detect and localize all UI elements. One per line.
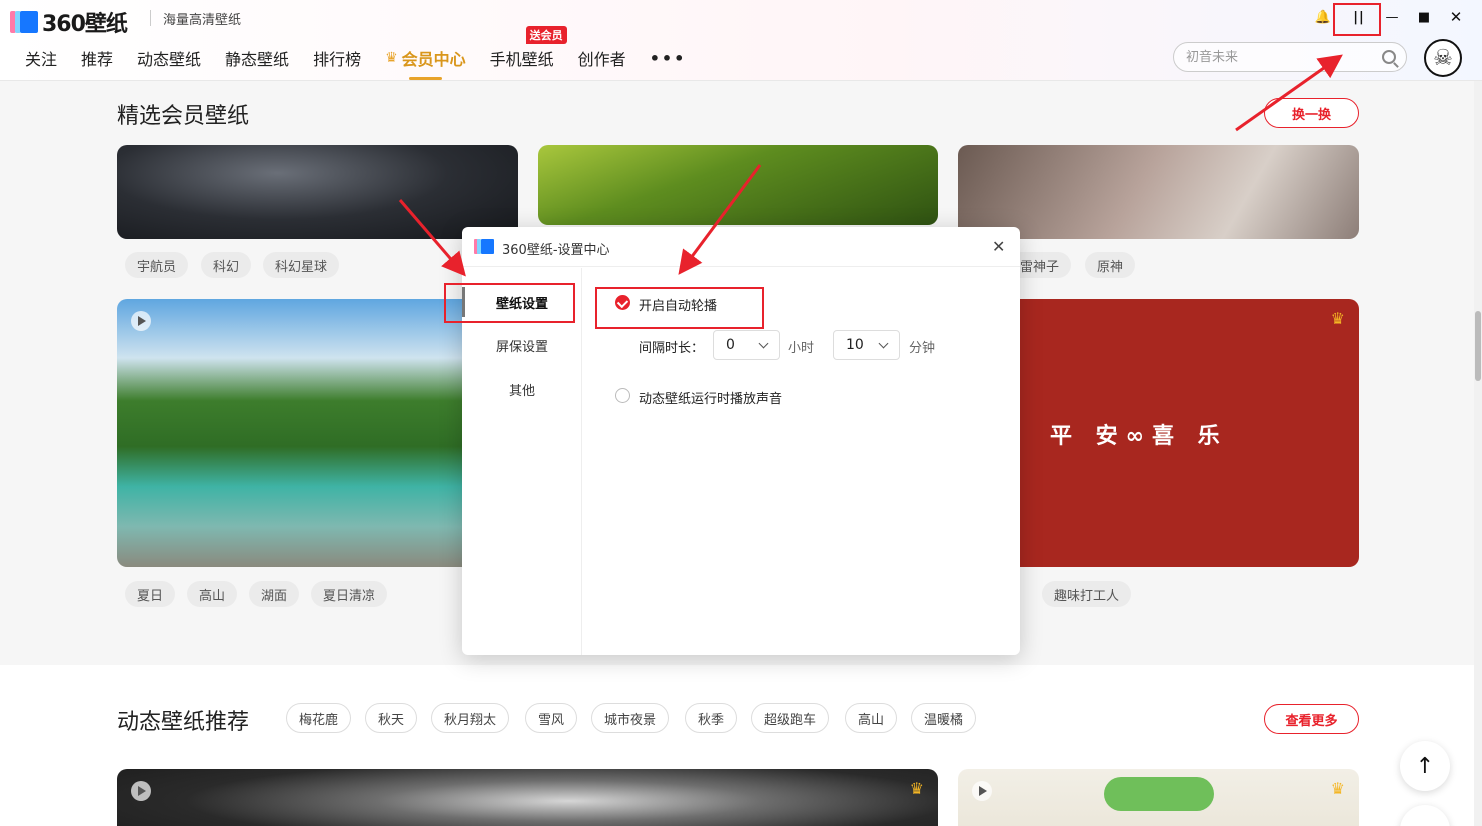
logo-mark-icon — [10, 11, 38, 33]
tag[interactable]: 秋月翔太 — [431, 703, 510, 733]
search-input[interactable] — [1186, 48, 1366, 66]
nav-vip-center[interactable]: ♛ 会员中心 — [385, 46, 466, 80]
play-sound-checkbox[interactable] — [615, 388, 630, 403]
crown-icon: ♛ — [385, 50, 398, 66]
tag[interactable]: 高山 — [187, 581, 238, 607]
search-icon[interactable] — [1382, 50, 1396, 64]
minutes-unit: 分钟 — [909, 341, 936, 356]
hours-select[interactable]: 0 — [713, 330, 780, 360]
close-window-icon[interactable]: ✕ — [1444, 7, 1468, 27]
wallpaper-card[interactable] — [117, 145, 518, 239]
nav-ranking[interactable]: 排行榜 — [313, 46, 361, 70]
tag[interactable]: 夏日清凉 — [311, 581, 388, 607]
annotation-box — [595, 287, 764, 329]
tag[interactable]: 湖面 — [249, 581, 300, 607]
nav-recommend[interactable]: 推荐 — [81, 46, 113, 70]
avatar[interactable]: ☠ — [1424, 39, 1462, 77]
section-title-dynamic: 动态壁纸推荐 — [117, 710, 250, 735]
tag[interactable]: 原神 — [1085, 252, 1136, 278]
view-more-button[interactable]: 查看更多 — [1264, 704, 1359, 734]
play-icon — [131, 311, 151, 331]
hours-value: 0 — [726, 337, 735, 353]
annotation-box — [444, 283, 575, 323]
back-to-top-button[interactable]: ↑ — [1400, 741, 1450, 791]
scrollbar[interactable] — [1474, 81, 1482, 826]
play-sound-label: 动态壁纸运行时播放声音 — [639, 392, 783, 407]
nav-creator[interactable]: 创作者 — [578, 46, 626, 70]
scrollbar-thumb[interactable] — [1475, 311, 1481, 381]
app-header: 360壁纸 海量高清壁纸 🔔 || — ■ ✕ 关注 推荐 动态壁纸 静态壁纸 … — [0, 0, 1482, 81]
nav-follow[interactable]: 关注 — [25, 46, 57, 70]
card-caption: 平 安∞喜 乐 — [1050, 424, 1228, 449]
tag[interactable]: 雪风 — [525, 703, 578, 733]
minimize-icon[interactable]: — — [1380, 7, 1404, 27]
dialog-title: 360壁纸-设置中心 — [502, 243, 610, 258]
nav-static[interactable]: 静态壁纸 — [225, 46, 289, 70]
nav-vip-label: 会员中心 — [401, 50, 466, 69]
annotation-box — [1333, 3, 1381, 36]
refresh-button[interactable]: 换一换 — [1264, 98, 1359, 128]
tag[interactable]: 秋天 — [365, 703, 418, 733]
nav-dynamic[interactable]: 动态壁纸 — [137, 46, 201, 70]
hours-unit: 小时 — [788, 341, 815, 356]
tag[interactable]: 城市夜景 — [591, 703, 670, 733]
chevron-down-icon — [878, 338, 889, 349]
search-box[interactable] — [1173, 42, 1407, 72]
play-icon — [972, 781, 992, 801]
wallpaper-card[interactable] — [538, 145, 938, 225]
wallpaper-card[interactable]: ♛ — [958, 769, 1359, 826]
app-slogan: 海量高清壁纸 — [163, 13, 242, 28]
crown-icon: ♛ — [1330, 309, 1345, 328]
close-icon[interactable]: ✕ — [992, 237, 1005, 256]
tag[interactable]: 科幻星球 — [263, 252, 340, 278]
minutes-select[interactable]: 10 — [833, 330, 900, 360]
section-title: 精选会员壁纸 — [117, 104, 250, 129]
tag[interactable]: 科幻 — [201, 252, 252, 278]
wallpaper-card[interactable]: ♛ — [117, 769, 938, 826]
card-decoration — [1104, 777, 1214, 811]
play-icon — [131, 781, 151, 801]
nav-mobile[interactable]: 手机壁纸 送会员 — [489, 26, 567, 70]
sidebar-item-screensaver[interactable]: 屏保设置 — [462, 326, 582, 364]
crown-icon: ♛ — [909, 779, 924, 798]
logo-mark-icon — [474, 239, 494, 254]
chevron-down-icon — [758, 338, 769, 349]
sidebar-item-other[interactable]: 其他 — [462, 370, 582, 408]
crown-icon: ♛ — [1330, 779, 1345, 798]
header-divider — [150, 10, 151, 26]
minutes-value: 10 — [846, 337, 864, 353]
interval-label: 间隔时长： — [639, 341, 705, 356]
tag[interactable]: 宇航员 — [125, 252, 189, 278]
tag[interactable]: 高山 — [845, 703, 898, 733]
tag[interactable]: 超级跑车 — [751, 703, 830, 733]
tag[interactable]: 夏日 — [125, 581, 176, 607]
wallpaper-card[interactable] — [958, 145, 1359, 239]
app-logo[interactable]: 360壁纸 — [10, 6, 128, 38]
maximize-icon[interactable]: ■ — [1412, 7, 1436, 27]
wallpaper-card[interactable] — [117, 299, 518, 567]
dialog-sidebar: 壁纸设置 屏保设置 其他 — [462, 268, 582, 655]
logo-text: 360壁纸 — [42, 12, 128, 37]
main-nav: 关注 推荐 动态壁纸 静态壁纸 排行榜 ♛ 会员中心 手机壁纸 送会员 创作者 … — [25, 26, 710, 80]
tag[interactable]: 温暖橘 — [911, 703, 977, 733]
nav-mobile-label: 手机壁纸 — [489, 50, 554, 69]
bell-icon[interactable]: 🔔 — [1311, 7, 1335, 27]
tag[interactable]: 趣味打工人 — [1042, 581, 1132, 607]
more-icon[interactable]: ••• — [650, 49, 687, 68]
dialog-header: 360壁纸-设置中心 ✕ — [462, 227, 1020, 267]
tag[interactable]: 秋季 — [685, 703, 738, 733]
promo-badge: 送会员 — [525, 26, 567, 44]
tag[interactable]: 梅花鹿 — [286, 703, 352, 733]
